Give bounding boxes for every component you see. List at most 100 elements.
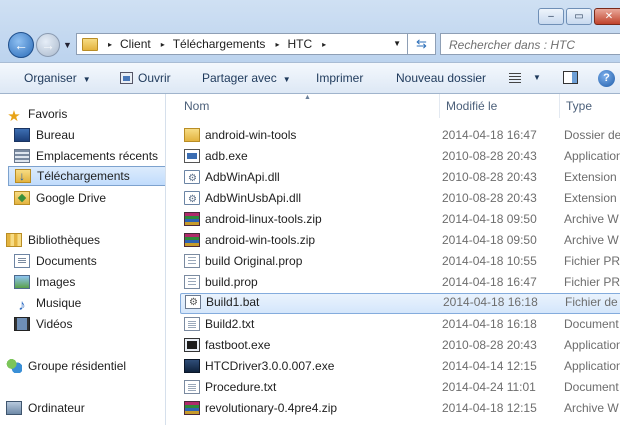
file-row[interactable]: HTCDriver3.0.0.007.exe 2014-04-14 12:15 Ap… [180,356,620,377]
file-date-cell: 2010-08-28 20:43 [442,338,537,352]
file-row[interactable]: android-linux-tools.zip 2014-04-18 09:50 A… [180,209,620,230]
file-row[interactable]: Procedure.txt 2014-04-24 11:01 Document [180,377,620,398]
file-type-cell: Extension de [564,170,620,184]
breadcrumb-separator[interactable]: ▸ [275,40,279,49]
file-name-cell: build Original.prop [184,251,442,272]
close-button[interactable]: ✕ [594,8,620,25]
file-row[interactable]: AdbWinUsbApi.dll 2010-08-28 20:43 Extensio… [180,188,620,209]
nav-libraries[interactable]: Bibliothèques [6,230,165,250]
back-button[interactable]: ← [8,32,34,58]
nav-label: Favoris [28,107,68,121]
file-type-cell: Application [564,149,620,163]
print-label: Imprimer [316,71,364,85]
nav-music[interactable]: ♪ Musique [14,293,164,313]
breadcrumb-client[interactable]: Client ▸ [120,37,173,51]
share-button[interactable]: Partager avec ▼ [202,63,291,93]
nav-favorites[interactable]: ★ Favoris [6,104,165,124]
nav-videos[interactable]: Vidéos [14,314,164,334]
file-type-cell: Fichier PRO [564,275,620,289]
print-button[interactable]: Imprimer [316,63,363,93]
column-header-name[interactable]: Nom [178,94,440,118]
column-header-type[interactable]: Type [560,94,620,118]
nav-computer[interactable]: Ordinateur [6,398,165,418]
help-icon[interactable]: ? [598,70,615,87]
nav-label: Ordinateur [28,401,85,415]
search-box[interactable] [440,33,620,55]
prop-icon [184,254,200,268]
file-row[interactable]: Build1.bat 2014-04-18 16:18 Fichier de [180,293,620,314]
view-options-icon[interactable] [509,73,521,83]
forward-arrow-icon: → [41,37,55,53]
file-name: Procedure.txt [205,380,277,394]
nav-google-drive[interactable]: Google Drive [14,188,164,208]
refresh-button[interactable]: ⇆ [408,33,436,55]
images-icon [14,275,30,289]
file-date-cell: 2014-04-18 16:18 [442,317,537,331]
column-label: Type [566,99,593,113]
command-bar: Organiser ▼ Ouvrir Partager avec ▼ Imprime… [0,62,620,94]
recent-pages-dropdown[interactable]: ▼ [63,40,72,50]
nav-homegroup[interactable]: Groupe résidentiel [6,356,165,376]
view-options-dropdown[interactable]: ▼ [533,63,541,93]
file-row[interactable]: Build2.txt 2014-04-18 16:18 Document [180,314,620,335]
new-folder-button[interactable]: Nouveau dossier [396,63,486,93]
file-name: Build2.txt [205,317,255,331]
file-row[interactable]: build Original.prop 2014-04-18 10:55 Fichi… [180,251,620,272]
music-note-icon: ♪ [18,297,26,313]
minimize-button[interactable]: – [538,8,564,25]
nav-recent-places[interactable]: Emplacements récents [14,146,164,166]
installer-icon [184,359,200,373]
chevron-down-icon: ▼ [82,75,91,84]
open-button[interactable]: Ouvrir [120,63,171,93]
file-name: android-win-tools.zip [205,233,316,247]
breadcrumb-separator[interactable]: ▸ [322,40,326,49]
breadcrumb-separator[interactable]: ▸ [161,40,165,49]
file-name: revolutionary-0.4pre4.zip [205,401,338,415]
breadcrumb-downloads[interactable]: Téléchargements ▸ [173,37,288,51]
file-row[interactable]: adb.exe 2010-08-28 20:43 Application [180,146,620,167]
file-date-cell: 2014-04-18 16:47 [442,128,537,142]
nav-label: Bureau [36,128,75,142]
zip-icon [184,401,200,415]
breadcrumb-separator[interactable]: ▸ [108,40,112,49]
address-bar[interactable]: ▸ Client ▸ Téléchargements ▸ HTC ▸ ▼ [76,33,408,55]
zip-icon [184,212,200,226]
file-name: AdbWinUsbApi.dll [205,191,302,205]
file-name: HTCDriver3.0.0.007.exe [205,359,335,373]
documents-icon [14,254,30,268]
file-date-cell: 2010-08-28 20:43 [442,170,537,184]
file-name-cell: AdbWinApi.dll [184,167,442,188]
txt-icon [184,317,200,331]
file-row[interactable]: build.prop 2014-04-18 16:47 Fichier PRO [180,272,620,293]
file-list: ▲ Nom Modifié le Type android-win-tools 2… [166,94,620,425]
file-name-cell: AdbWinUsbApi.dll [184,188,442,209]
file-row[interactable]: AdbWinApi.dll 2010-08-28 20:43 Extension d… [180,167,620,188]
search-input[interactable] [447,35,620,55]
navigation-pane: ★ Favoris Bureau Emplacements récents Tél… [0,94,166,425]
organize-button[interactable]: Organiser ▼ [24,63,91,93]
share-label: Partager avec [202,71,277,85]
recent-places-icon [14,149,30,163]
window-controls: – ▭ ✕ [538,8,620,25]
dll-icon [184,189,200,209]
file-type-cell: Application [564,338,620,352]
nav-documents[interactable]: Documents [14,251,164,271]
downloads-folder-icon [15,167,31,185]
address-history-dropdown[interactable]: ▼ [393,39,401,48]
file-name: AdbWinApi.dll [205,170,280,184]
nav-desktop[interactable]: Bureau [14,125,164,145]
file-row[interactable]: fastboot.exe 2010-08-28 20:43 Application [180,335,620,356]
file-name-cell: HTCDriver3.0.0.007.exe [184,356,442,377]
maximize-button[interactable]: ▭ [566,8,592,25]
column-label: Modifié le [446,99,498,113]
breadcrumb-htc[interactable]: HTC ▸ [287,37,334,51]
file-row[interactable]: android-win-tools.zip 2014-04-18 09:50 Arc… [180,230,620,251]
nav-downloads[interactable]: Téléchargements [8,166,165,186]
file-row[interactable]: android-win-tools 2014-04-18 16:47 Dossier… [180,125,620,146]
breadcrumb-root[interactable]: ▸ [98,40,120,49]
nav-images[interactable]: Images [14,272,164,292]
file-row[interactable]: revolutionary-0.4pre4.zip 2014-04-18 12:1… [180,398,620,419]
forward-button[interactable]: → [36,33,60,57]
preview-pane-icon[interactable] [563,71,578,84]
column-header-modified[interactable]: Modifié le [440,94,560,118]
